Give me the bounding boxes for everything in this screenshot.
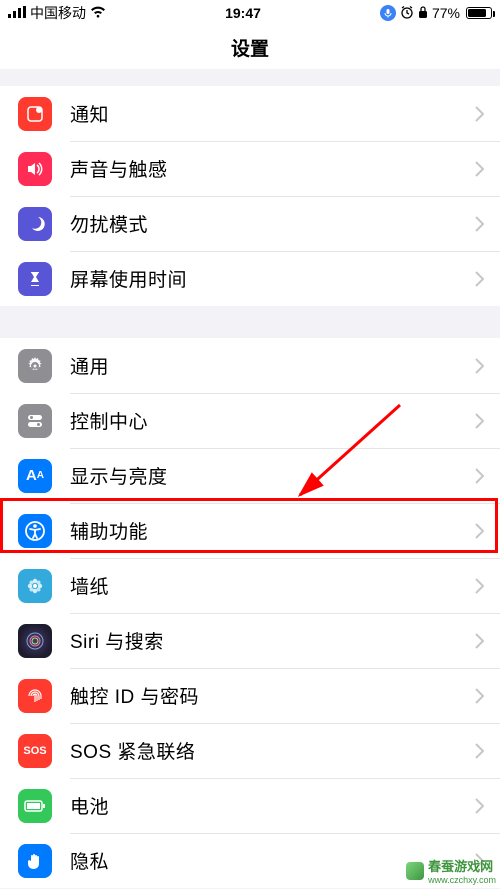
aa-icon: AA (18, 459, 52, 493)
hourglass-icon (18, 262, 52, 296)
chevron-right-icon (475, 523, 500, 539)
moon-icon (18, 207, 52, 241)
row-label: 电池 (70, 792, 475, 819)
lock-icon (418, 5, 428, 22)
row-sound[interactable]: 声音与触感 (0, 141, 500, 196)
row-screentime[interactable]: 屏幕使用时间 (0, 251, 500, 306)
chevron-right-icon (475, 161, 500, 177)
wifi-icon (90, 5, 106, 21)
chevron-right-icon (475, 413, 500, 429)
row-label: SOS 紧急联络 (70, 737, 475, 764)
chevron-right-icon (475, 633, 500, 649)
section-spacer (0, 306, 500, 338)
alarm-icon (400, 5, 414, 22)
section-spacer (0, 70, 500, 86)
row-touchid[interactable]: 触控 ID 与密码 (0, 668, 500, 723)
siri-icon (18, 624, 52, 658)
row-battery[interactable]: 电池 (0, 778, 500, 833)
status-bar: 中国移动 19:47 77% (0, 0, 500, 26)
hand-icon (18, 844, 52, 878)
row-siri[interactable]: Siri 与搜索 (0, 613, 500, 668)
row-label: 触控 ID 与密码 (70, 682, 475, 709)
row-display[interactable]: AA 显示与亮度 (0, 448, 500, 503)
chevron-right-icon (475, 578, 500, 594)
row-notifications[interactable]: 通知 (0, 86, 500, 141)
flower-icon (18, 569, 52, 603)
settings-group-2: 通用 控制中心 AA 显示与亮度 辅助功能 墙纸 Siri 与搜索 (0, 338, 500, 888)
fingerprint-icon (18, 679, 52, 713)
row-label: 屏幕使用时间 (70, 265, 475, 292)
notifications-icon (18, 97, 52, 131)
status-time: 19:47 (225, 5, 261, 21)
settings-group-1: 通知 声音与触感 勿扰模式 屏幕使用时间 (0, 86, 500, 306)
chevron-right-icon (475, 798, 500, 814)
row-label: 勿扰模式 (70, 210, 475, 237)
row-label: 墙纸 (70, 572, 475, 599)
row-dnd[interactable]: 勿扰模式 (0, 196, 500, 251)
row-label: Siri 与搜索 (70, 627, 475, 654)
carrier-label: 中国移动 (30, 3, 86, 23)
status-right: 77% (380, 5, 492, 22)
sound-icon (18, 152, 52, 186)
watermark-logo-icon (406, 862, 424, 880)
watermark-url: www.czchxy.com (428, 875, 496, 885)
toggles-icon (18, 404, 52, 438)
chevron-right-icon (475, 271, 500, 287)
chevron-right-icon (475, 468, 500, 484)
battery-icon (18, 789, 52, 823)
chevron-right-icon (475, 688, 500, 704)
watermark-text: 春蚕游戏网 (428, 856, 496, 875)
row-label: 声音与触感 (70, 155, 475, 182)
chevron-right-icon (475, 358, 500, 374)
row-label: 显示与亮度 (70, 462, 475, 489)
signal-icon (8, 5, 26, 21)
row-accessibility[interactable]: 辅助功能 (0, 503, 500, 558)
battery-pct-label: 77% (432, 5, 460, 21)
row-label: 通知 (70, 100, 475, 127)
gear-icon (18, 349, 52, 383)
chevron-right-icon (475, 216, 500, 232)
row-label: 控制中心 (70, 407, 475, 434)
battery-icon (464, 7, 492, 19)
status-left: 中国移动 (8, 3, 106, 23)
chevron-right-icon (475, 743, 500, 759)
row-label: 辅助功能 (70, 517, 475, 544)
page-title: 设置 (0, 26, 500, 70)
voice-input-icon (380, 5, 396, 21)
sos-icon: SOS (18, 734, 52, 768)
row-label: 通用 (70, 352, 475, 379)
row-general[interactable]: 通用 (0, 338, 500, 393)
row-wallpaper[interactable]: 墙纸 (0, 558, 500, 613)
row-controlcenter[interactable]: 控制中心 (0, 393, 500, 448)
accessibility-icon (18, 514, 52, 548)
row-sos[interactable]: SOS SOS 紧急联络 (0, 723, 500, 778)
watermark: 春蚕游戏网 www.czchxy.com (406, 856, 496, 885)
chevron-right-icon (475, 106, 500, 122)
